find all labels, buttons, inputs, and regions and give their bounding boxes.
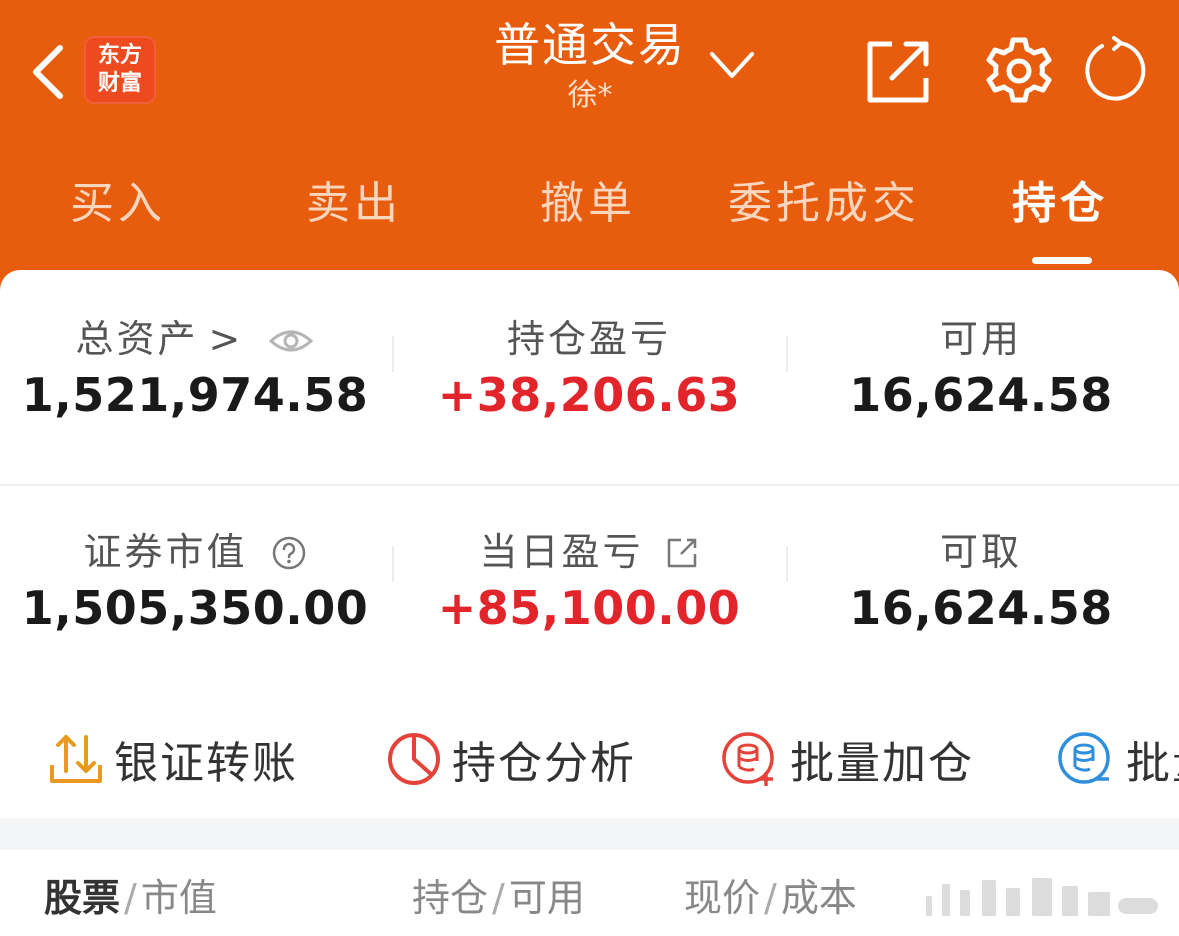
section-separator	[0, 818, 1179, 850]
batch-reduce-label: 批量	[1126, 738, 1179, 789]
total-assets-value: 1,521,974.58	[21, 368, 369, 422]
withdrawable-value: 16,624.58	[849, 581, 1113, 635]
securities-value-value: 1,505,350.00	[21, 581, 369, 635]
batch-reduce-icon	[1058, 732, 1110, 784]
bank-transfer-button[interactable]: 银证转账	[46, 724, 298, 794]
available-cell: 可用 16,624.58	[786, 313, 1176, 425]
position-pl-value: +38,206.63	[437, 368, 741, 422]
batch-add-icon	[722, 732, 774, 786]
column-header-price[interactable]: 现价 / 成本	[684, 870, 857, 926]
header-bar: 东方 财富 普通交易 徐* 买入 卖出 撤单 委托成交 持仓	[0, 0, 1179, 290]
position-analysis-button[interactable]: 持仓分析	[384, 724, 636, 794]
watermark-logo	[926, 878, 1158, 916]
gear-icon[interactable]	[984, 36, 1054, 106]
available-value: 16,624.58	[849, 368, 1113, 422]
column-header-stock[interactable]: 股票 / 市值	[44, 870, 217, 926]
daily-pl-cell[interactable]: 当日盈亏 +85,100.00	[394, 526, 784, 638]
logo-line2: 财富	[97, 71, 142, 96]
chevron-right-icon: >	[208, 317, 244, 361]
tab-positions[interactable]: 持仓	[940, 172, 1179, 236]
external-link-icon[interactable]	[665, 536, 699, 570]
back-arrow-icon[interactable]	[26, 40, 74, 104]
available-label: 可用	[939, 317, 1022, 361]
tab-orders-trades[interactable]: 委托成交	[704, 172, 944, 236]
batch-add-button[interactable]: 批量加仓	[720, 724, 974, 794]
batch-reduce-button[interactable]: 批量	[1056, 724, 1179, 794]
account-name: 徐*	[567, 78, 613, 113]
help-icon[interactable]	[271, 535, 307, 571]
active-tab-indicator	[1032, 257, 1092, 264]
tab-cancel-order[interactable]: 撤单	[468, 172, 708, 236]
position-analysis-label: 持仓分析	[452, 738, 636, 789]
transfer-icon	[50, 735, 102, 783]
tab-buy[interactable]: 买入	[0, 172, 238, 236]
securities-value-cell: 证券市值 1,505,350.00	[0, 526, 390, 638]
chevron-down-icon[interactable]	[706, 44, 758, 84]
daily-pl-value: +85,100.00	[437, 581, 741, 635]
total-assets-cell[interactable]: 总资产 > 1,521,974.58	[0, 313, 390, 425]
summary-row-divider	[0, 484, 1179, 486]
total-assets-label: 总资产 >	[0, 313, 390, 365]
trade-tabs: 买入 卖出 撤单 委托成交 持仓	[0, 160, 1179, 270]
withdrawable-cell: 可取 16,624.58	[786, 526, 1176, 638]
refresh-icon[interactable]	[1080, 36, 1150, 106]
share-icon[interactable]	[864, 36, 934, 106]
securities-value-label: 证券市值	[0, 526, 390, 578]
daily-pl-label: 当日盈亏	[394, 526, 784, 578]
app-logo: 东方 财富	[84, 36, 156, 104]
withdrawable-label: 可取	[939, 530, 1022, 574]
logo-line1: 东方	[97, 43, 142, 68]
pie-chart-icon	[388, 733, 440, 785]
eye-icon[interactable]	[268, 327, 314, 355]
position-pl-label: 持仓盈亏	[506, 317, 671, 361]
batch-add-label: 批量加仓	[790, 738, 974, 789]
page-title: 普通交易	[494, 18, 686, 72]
bank-transfer-label: 银证转账	[114, 738, 298, 789]
title-block[interactable]: 普通交易 徐*	[470, 14, 710, 116]
tab-sell[interactable]: 卖出	[234, 172, 474, 236]
position-pl-cell: 持仓盈亏 +38,206.63	[394, 313, 784, 425]
column-header-position[interactable]: 持仓 / 可用	[412, 870, 585, 926]
